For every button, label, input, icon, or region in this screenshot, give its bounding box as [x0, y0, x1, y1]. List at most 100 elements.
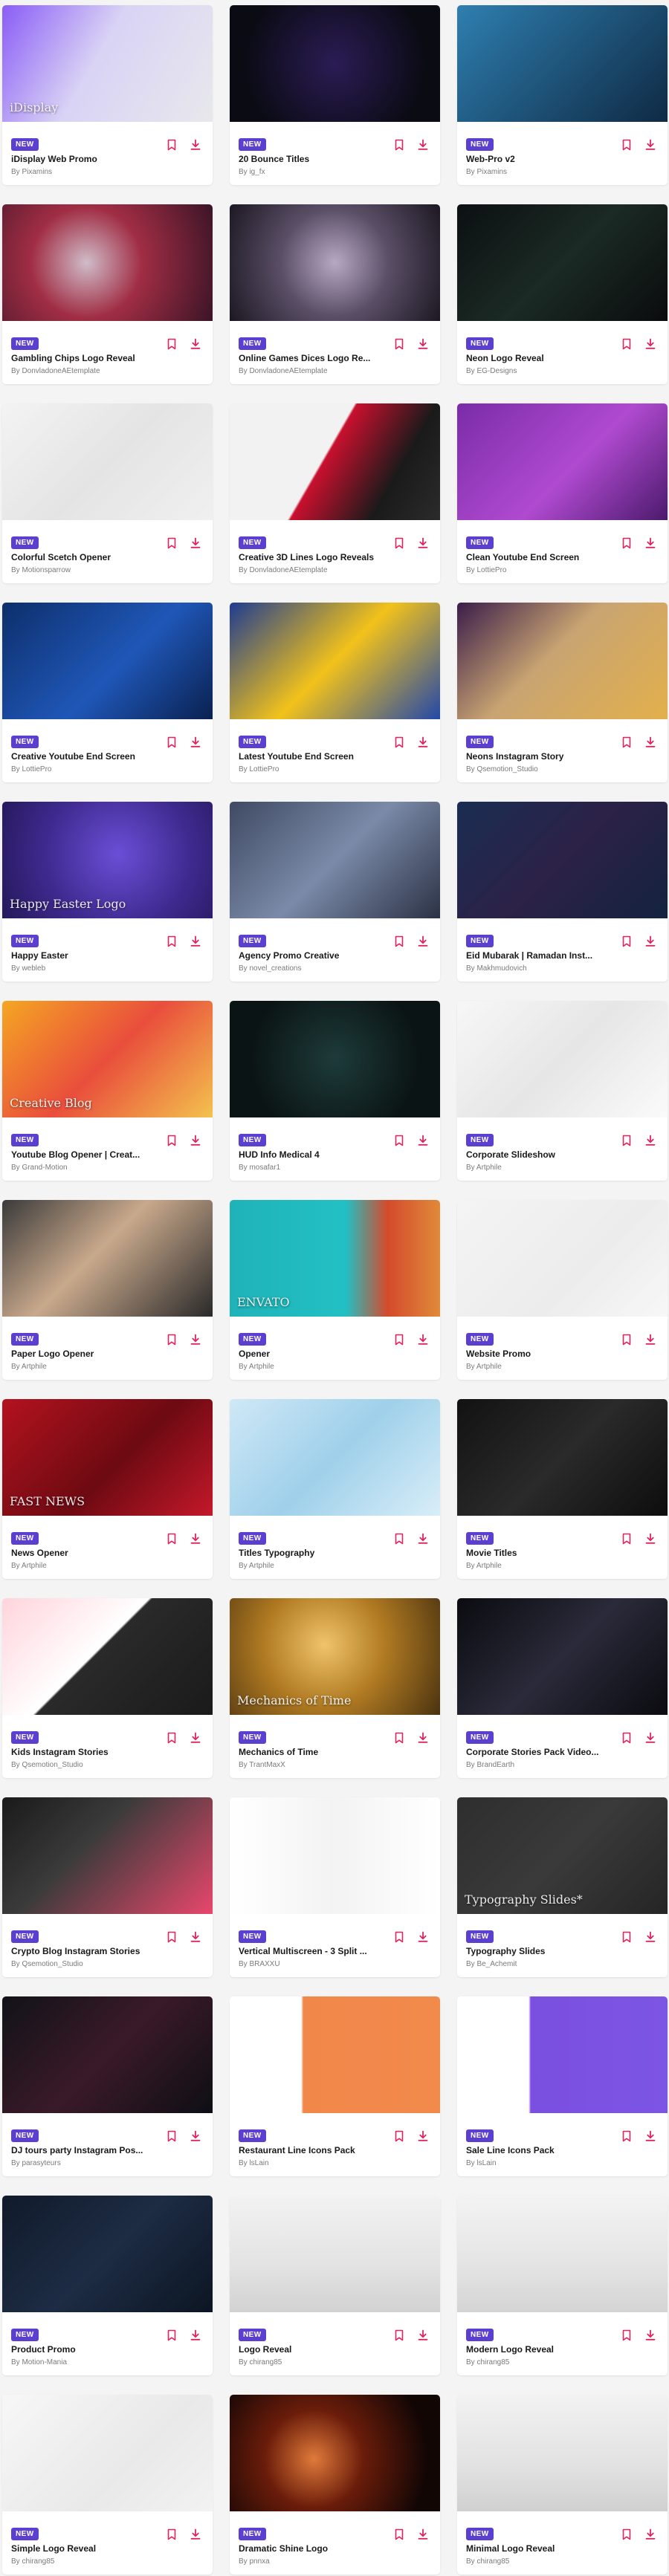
item-title[interactable]: Modern Logo Reveal	[466, 2344, 607, 2355]
download-icon[interactable]	[644, 1333, 657, 1346]
item-card[interactable]: NEW Neon Logo Reveal By EG-Designs	[457, 204, 668, 384]
item-title[interactable]: Website Promo	[466, 1349, 607, 1359]
item-title[interactable]: Gambling Chips Logo Reveal	[11, 353, 152, 363]
download-icon[interactable]	[189, 1333, 202, 1346]
item-thumbnail[interactable]	[457, 1399, 668, 1516]
bookmark-icon[interactable]	[392, 1333, 406, 1346]
bookmark-icon[interactable]	[620, 2129, 633, 2143]
bookmark-icon[interactable]	[165, 1930, 178, 1944]
bookmark-icon[interactable]	[392, 736, 406, 749]
bookmark-icon[interactable]	[165, 2329, 178, 2342]
item-card[interactable]: NEW Logo Reveal By chirang85	[230, 2196, 440, 2375]
download-icon[interactable]	[416, 536, 430, 550]
item-author[interactable]: By novel_creations	[239, 964, 380, 973]
download-icon[interactable]	[416, 935, 430, 948]
bookmark-icon[interactable]	[620, 536, 633, 550]
download-icon[interactable]	[644, 138, 657, 152]
item-thumbnail[interactable]	[457, 5, 668, 122]
bookmark-icon[interactable]	[165, 337, 178, 351]
download-icon[interactable]	[189, 2129, 202, 2143]
bookmark-icon[interactable]	[620, 1731, 633, 1745]
item-thumbnail[interactable]	[457, 1001, 668, 1117]
item-card[interactable]: NEW Latest Youtube End Screen By LottieP…	[230, 603, 440, 782]
item-thumbnail[interactable]	[457, 204, 668, 321]
item-author[interactable]: By EG-Designs	[466, 367, 607, 375]
download-icon[interactable]	[416, 1930, 430, 1944]
bookmark-icon[interactable]	[620, 736, 633, 749]
item-title[interactable]: Typography Slides	[466, 1946, 607, 1956]
item-card[interactable]: NEW Corporate Stories Pack Video... By B…	[457, 1598, 668, 1778]
item-author[interactable]: By chirang85	[466, 2557, 607, 2566]
item-title[interactable]: Eid Mubarak | Ramadan Inst...	[466, 950, 607, 961]
item-thumbnail[interactable]: iDisplay	[2, 5, 213, 122]
download-icon[interactable]	[189, 1731, 202, 1745]
item-author[interactable]: By Grand-Motion	[11, 1164, 152, 1172]
item-title[interactable]: Youtube Blog Opener | Creat...	[11, 1149, 152, 1160]
download-icon[interactable]	[644, 1532, 657, 1545]
item-author[interactable]: By DonvladoneAEtemplate	[239, 367, 380, 375]
item-title[interactable]: Creative 3D Lines Logo Reveals	[239, 552, 380, 562]
item-title[interactable]: Dramatic Shine Logo	[239, 2543, 380, 2554]
download-icon[interactable]	[644, 935, 657, 948]
item-author[interactable]: By Pixamins	[11, 168, 152, 176]
item-title[interactable]: iDisplay Web Promo	[11, 154, 152, 164]
item-card[interactable]: Mechanics of Time NEW Mechanics of Time …	[230, 1598, 440, 1778]
item-thumbnail[interactable]	[457, 603, 668, 719]
item-thumbnail[interactable]	[230, 204, 440, 321]
item-title[interactable]: Titles Typography	[239, 1548, 380, 1558]
download-icon[interactable]	[416, 337, 430, 351]
item-author[interactable]: By lsLain	[239, 2159, 380, 2167]
item-author[interactable]: By Artphile	[239, 1562, 380, 1570]
item-author[interactable]: By TrantMaxX	[239, 1761, 380, 1769]
item-card[interactable]: NEW Modern Logo Reveal By chirang85	[457, 2196, 668, 2375]
item-title[interactable]: Sale Line Icons Pack	[466, 2145, 607, 2155]
item-thumbnail[interactable]	[457, 1598, 668, 1715]
bookmark-icon[interactable]	[165, 1333, 178, 1346]
item-card[interactable]: NEW Minimal Logo Reveal By chirang85	[457, 2395, 668, 2575]
item-title[interactable]: Minimal Logo Reveal	[466, 2543, 607, 2554]
item-title[interactable]: DJ tours party Instagram Pos...	[11, 2145, 152, 2155]
item-card[interactable]: NEW Website Promo By Artphile	[457, 1200, 668, 1380]
item-card[interactable]: NEW Movie Titles By Artphile	[457, 1399, 668, 1579]
bookmark-icon[interactable]	[392, 536, 406, 550]
item-card[interactable]: NEW Neons Instagram Story By Qsemotion_S…	[457, 603, 668, 782]
item-card[interactable]: NEW Restaurant Line Icons Pack By lsLain	[230, 1996, 440, 2176]
item-title[interactable]: Paper Logo Opener	[11, 1349, 152, 1359]
item-title[interactable]: Neons Instagram Story	[466, 751, 607, 762]
item-card[interactable]: NEW Creative 3D Lines Logo Reveals By Do…	[230, 403, 440, 583]
item-card[interactable]: NEW Vertical Multiscreen - 3 Split ... B…	[230, 1797, 440, 1977]
bookmark-icon[interactable]	[165, 138, 178, 152]
item-title[interactable]: Corporate Slideshow	[466, 1149, 607, 1160]
item-author[interactable]: By webleb	[11, 964, 152, 973]
item-title[interactable]: Latest Youtube End Screen	[239, 751, 380, 762]
item-thumbnail[interactable]	[2, 603, 213, 719]
item-title[interactable]: Crypto Blog Instagram Stories	[11, 1946, 152, 1956]
item-author[interactable]: By Pixamins	[466, 168, 607, 176]
download-icon[interactable]	[416, 2528, 430, 2541]
download-icon[interactable]	[644, 736, 657, 749]
item-thumbnail[interactable]	[230, 603, 440, 719]
download-icon[interactable]	[416, 1731, 430, 1745]
item-title[interactable]: Happy Easter	[11, 950, 152, 961]
download-icon[interactable]	[189, 536, 202, 550]
bookmark-icon[interactable]	[392, 1731, 406, 1745]
bookmark-icon[interactable]	[620, 138, 633, 152]
download-icon[interactable]	[189, 1532, 202, 1545]
item-author[interactable]: By lsLain	[466, 2159, 607, 2167]
bookmark-icon[interactable]	[165, 935, 178, 948]
item-title[interactable]: Corporate Stories Pack Video...	[466, 1747, 607, 1757]
item-title[interactable]: Vertical Multiscreen - 3 Split ...	[239, 1946, 380, 1956]
item-thumbnail[interactable]: Mechanics of Time	[230, 1598, 440, 1715]
download-icon[interactable]	[644, 2528, 657, 2541]
bookmark-icon[interactable]	[620, 1134, 633, 1147]
bookmark-icon[interactable]	[620, 1333, 633, 1346]
bookmark-icon[interactable]	[392, 2528, 406, 2541]
item-thumbnail[interactable]	[2, 2196, 213, 2312]
download-icon[interactable]	[189, 1134, 202, 1147]
bookmark-icon[interactable]	[392, 1930, 406, 1944]
download-icon[interactable]	[644, 536, 657, 550]
item-thumbnail[interactable]	[230, 1399, 440, 1516]
item-card[interactable]: NEW Online Games Dices Logo Re... By Don…	[230, 204, 440, 384]
bookmark-icon[interactable]	[392, 935, 406, 948]
item-author[interactable]: By LottiePro	[239, 765, 380, 773]
